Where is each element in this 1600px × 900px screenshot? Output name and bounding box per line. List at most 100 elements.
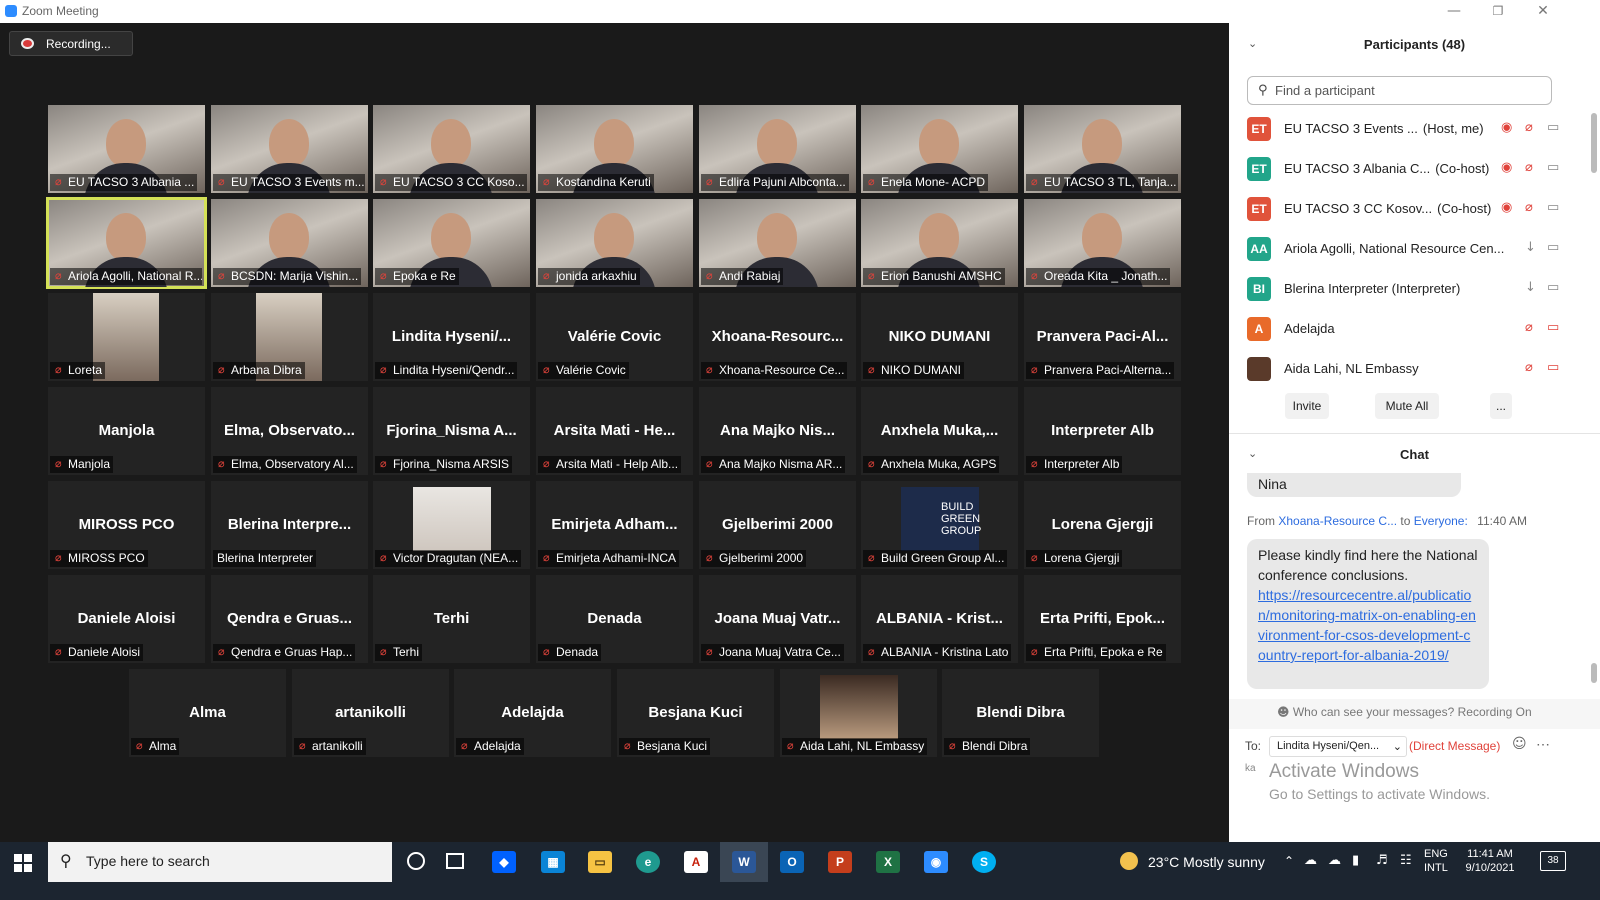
task-view-icon[interactable] (446, 853, 464, 869)
participant-row[interactable]: AA Ariola Agolli, National Resource Cen..… (1247, 233, 1577, 273)
video-tile[interactable]: Denada ⌀ Denada (536, 575, 693, 663)
video-tile[interactable]: Elma, Observato... ⌀ Elma, Observatory Al.… (211, 387, 368, 475)
close-icon[interactable]: ✕ (1533, 2, 1553, 20)
video-tile[interactable]: Blendi Dibra ⌀ Blendi Dibra (942, 669, 1099, 757)
chat-message-link[interactable]: https://resourcecentre.al/publication/mo… (1258, 585, 1478, 665)
chat-visibility-info[interactable]: ☻ Who can see your messages? Recording O… (1277, 705, 1532, 719)
video-tile[interactable]: ⌀ Arbana Dibra (211, 293, 368, 381)
participant-row[interactable]: ET EU TACSO 3 CC Kosov... (Co-host) ◉ ⌀ ▭ (1247, 193, 1577, 233)
recipient-dropdown[interactable]: Lindita Hyseni/Qen... ⌄ (1269, 736, 1407, 757)
video-tile[interactable]: ⌀ EU TACSO 3 CC Koso... (373, 105, 530, 193)
excel-icon[interactable]: X (876, 851, 900, 873)
powerpoint-icon[interactable]: P (828, 851, 852, 873)
video-tile[interactable]: ⌀ Ariola Agolli, National R... (46, 197, 207, 289)
participant-scrollbar[interactable] (1591, 113, 1597, 173)
video-tile[interactable]: ⌀ EU TACSO 3 Events m... (211, 105, 368, 193)
wifi-icon[interactable]: ☷ (1400, 853, 1412, 868)
chevron-up-icon[interactable]: ⌃ (1284, 854, 1294, 868)
video-tile[interactable]: Lorena Gjergji ⌀ Lorena Gjergji (1024, 481, 1181, 569)
video-tile[interactable]: ⌀ Kostandina Keruti (536, 105, 693, 193)
notification-center-icon[interactable]: 38 (1540, 851, 1566, 871)
restore-icon[interactable]: ❐ (1488, 2, 1508, 20)
minimize-icon[interactable]: — (1444, 2, 1464, 20)
video-tile[interactable]: Anxhela Muka,... ⌀ Anxhela Muka, AGPS (861, 387, 1018, 475)
video-icon[interactable]: ▭ (1547, 200, 1559, 215)
video-tile[interactable]: Ana Majko Nis... ⌀ Ana Majko Nisma AR... (699, 387, 856, 475)
video-tile[interactable]: Qendra e Gruas... ⌀ Qendra e Gruas Hap... (211, 575, 368, 663)
video-tile[interactable]: Manjola ⌀ Manjola (48, 387, 205, 475)
participant-row[interactable]: ET EU TACSO 3 Events ... (Host, me) ◉ ⌀ ▭ (1247, 113, 1577, 153)
video-tile[interactable]: Valérie Covic ⌀ Valérie Covic (536, 293, 693, 381)
video-tile[interactable]: ALBANIA - Krist... ⌀ ALBANIA - Kristina La… (861, 575, 1018, 663)
video-tile[interactable]: Alma ⌀ Alma (129, 669, 286, 757)
video-tile[interactable]: ⌀ Aida Lahi, NL Embassy (780, 669, 937, 757)
video-tile[interactable]: ⌀ EU TACSO 3 Albania ... (48, 105, 205, 193)
video-tile[interactable]: ⌀ BCSDN: Marija Vishin... (211, 199, 368, 287)
video-tile[interactable]: Pranvera Paci-Al... ⌀ Pranvera Paci-Altern… (1024, 293, 1181, 381)
emoji-icon[interactable]: ☺ (1512, 736, 1527, 752)
video-tile[interactable]: Blerina Interpre... Blerina Interpreter (211, 481, 368, 569)
taskbar-search-input[interactable]: ⚲ Type here to search (48, 842, 392, 882)
video-tile[interactable]: Arsita Mati - He... ⌀ Arsita Mati - Help A… (536, 387, 693, 475)
video-tile[interactable]: Daniele Aloisi ⌀ Daniele Aloisi (48, 575, 205, 663)
video-tile[interactable]: Terhi ⌀ Terhi (373, 575, 530, 663)
clock[interactable]: 11:41 AM 9/10/2021 (1458, 847, 1522, 875)
chat-sender[interactable]: Xhoana-Resource C... (1278, 514, 1397, 528)
invite-button[interactable]: Invite (1285, 393, 1329, 419)
video-tile[interactable]: ⌀ jonida arkaxhiu (536, 199, 693, 287)
dropbox-icon[interactable]: ◆ (492, 851, 516, 873)
muted-mic-icon[interactable]: ⌀ (1525, 360, 1533, 375)
file-explorer-icon[interactable]: ▭ (588, 851, 612, 873)
acrobat-icon[interactable]: A (684, 851, 708, 873)
video-tile[interactable]: artanikolli ⌀ artanikolli (292, 669, 449, 757)
participant-row[interactable]: ET EU TACSO 3 Albania C... (Co-host) ◉ ⌀ ▭ (1247, 153, 1577, 193)
muted-mic-icon[interactable]: ⌀ (1525, 200, 1533, 215)
video-tile[interactable]: Joana Muaj Vatr... ⌀ Joana Muaj Vatra Ce..… (699, 575, 856, 663)
video-tile[interactable]: ⌀ Enela Mone- ACPD (861, 105, 1018, 193)
more-options-button[interactable]: ... (1490, 393, 1512, 419)
windows-start-icon[interactable] (14, 854, 32, 872)
network-icon[interactable]: ☁ (1304, 853, 1317, 868)
weather-icon[interactable] (1120, 852, 1138, 870)
video-tile[interactable]: MIROSS PCO ⌀ MIROSS PCO (48, 481, 205, 569)
video-tile[interactable]: Fjorina_Nisma A... ⌀ Fjorina_Nisma ARSIS (373, 387, 530, 475)
participant-search-input[interactable]: ⚲ Find a participant (1247, 76, 1552, 105)
mic-icon[interactable]: ↓ (1525, 240, 1536, 255)
participant-row[interactable]: Aida Lahi, NL Embassy ⌀ ▭ (1247, 353, 1577, 393)
more-icon[interactable]: ⋯ (1536, 736, 1550, 753)
video-tile[interactable]: ⌀ Loreta (48, 293, 205, 381)
video-tile[interactable]: Emirjeta Adham... ⌀ Emirjeta Adhami-INCA (536, 481, 693, 569)
mic-icon[interactable]: ↓ (1525, 280, 1536, 295)
video-tile[interactable]: ⌀ Edlira Pajuni Albconta... (699, 105, 856, 193)
video-tile[interactable]: Interpreter Alb ⌀ Interpreter Alb (1024, 387, 1181, 475)
video-tile[interactable]: Gjelberimi 2000 ⌀ Gjelberimi 2000 (699, 481, 856, 569)
word-icon[interactable]: W (732, 851, 756, 873)
chat-scrollbar[interactable] (1591, 663, 1597, 683)
muted-mic-icon[interactable]: ⌀ (1525, 320, 1533, 335)
cloud-icon[interactable]: ☁ (1328, 853, 1341, 868)
recording-indicator[interactable]: Recording... (9, 31, 133, 56)
speaker-icon[interactable]: ♬ (1376, 853, 1388, 868)
skype-icon[interactable]: S (972, 851, 996, 873)
video-tile[interactable]: NIKO DUMANI ⌀ NIKO DUMANI (861, 293, 1018, 381)
video-off-icon[interactable]: ▭ (1547, 360, 1559, 375)
video-tile[interactable]: ⌀ EU TACSO 3 TL, Tanja... (1024, 105, 1181, 193)
language-indicator[interactable]: ENG INTL (1424, 847, 1448, 875)
cortana-icon[interactable] (407, 852, 425, 870)
muted-mic-icon[interactable]: ⌀ (1525, 120, 1533, 135)
video-tile[interactable]: Erta Prifti, Epok... ⌀ Erta Prifti, Epoka … (1024, 575, 1181, 663)
battery-icon[interactable]: ▮ (1352, 853, 1359, 868)
video-tile[interactable]: ⌀ Erion Banushi AMSHC (861, 199, 1018, 287)
outlook-icon[interactable]: O (780, 851, 804, 873)
zoom-icon[interactable]: ◉ (924, 851, 948, 873)
video-tile[interactable]: Besjana Kuci ⌀ Besjana Kuci (617, 669, 774, 757)
video-tile[interactable]: ⌀ Victor Dragutan (NEA... (373, 481, 530, 569)
mute-all-button[interactable]: Mute All (1375, 393, 1439, 419)
video-icon[interactable]: ▭ (1547, 240, 1559, 255)
weather-text[interactable]: 23°C Mostly sunny (1148, 854, 1265, 870)
edge-icon[interactable]: e (636, 851, 660, 873)
video-icon[interactable]: ▭ (1547, 120, 1559, 135)
video-tile[interactable]: Lindita Hyseni/... ⌀ Lindita Hyseni/Qendr.… (373, 293, 530, 381)
video-tile[interactable]: Adelajda ⌀ Adelajda (454, 669, 611, 757)
video-tile[interactable]: ⌀ Andi Rabiaj (699, 199, 856, 287)
